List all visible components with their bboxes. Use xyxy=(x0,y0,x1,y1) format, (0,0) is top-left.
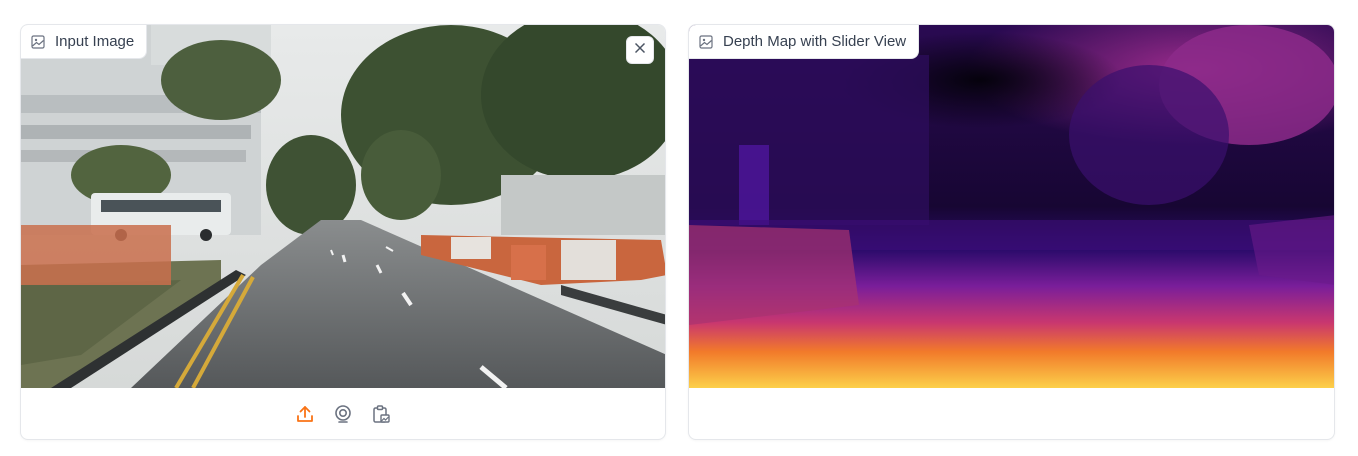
webcam-icon xyxy=(333,404,353,424)
depth-map-image xyxy=(689,25,1334,388)
depth-map-label-text: Depth Map with Slider View xyxy=(723,33,907,50)
upload-icon xyxy=(295,404,315,424)
clipboard-icon xyxy=(371,404,391,424)
upload-button[interactable] xyxy=(294,403,316,425)
depth-map-panel: Depth Map with Slider View xyxy=(688,24,1335,440)
close-icon xyxy=(634,41,646,59)
street-photo xyxy=(21,25,665,388)
image-source-toolbar xyxy=(21,388,665,439)
depth-map-label: Depth Map with Slider View xyxy=(689,25,920,59)
clipboard-button[interactable] xyxy=(370,403,392,425)
input-image xyxy=(21,25,665,388)
image-icon xyxy=(31,34,45,49)
input-image-label-text: Input Image xyxy=(55,33,135,50)
input-image-panel: Input Image xyxy=(20,24,666,440)
depth-map-slider-view[interactable] xyxy=(689,25,1334,388)
clear-image-button[interactable] xyxy=(626,36,654,64)
image-icon xyxy=(699,34,713,49)
input-image-label: Input Image xyxy=(21,25,148,59)
webcam-button[interactable] xyxy=(332,403,354,425)
